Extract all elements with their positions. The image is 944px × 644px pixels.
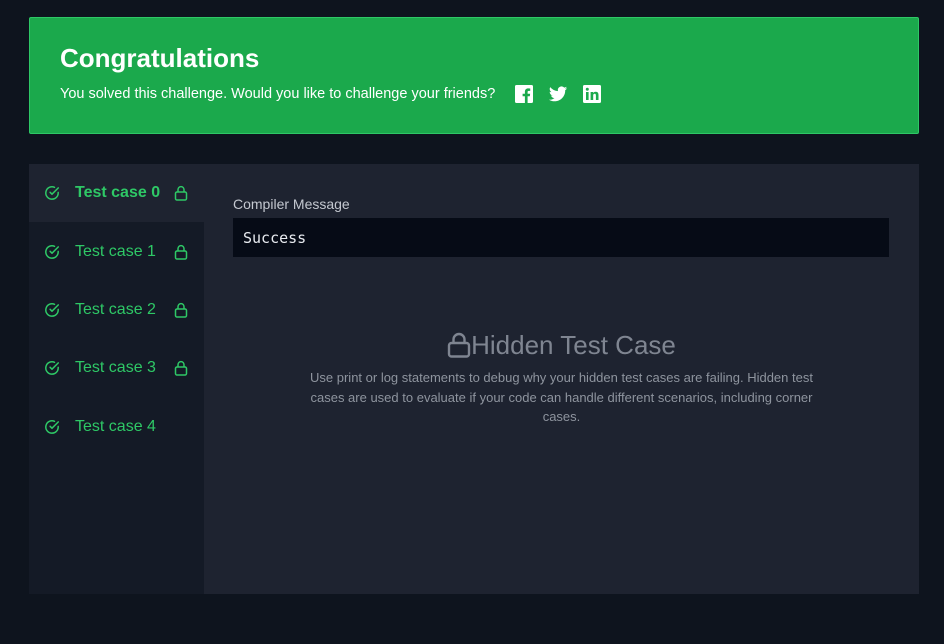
twitter-icon[interactable]: [548, 84, 568, 104]
tab-test-case-4[interactable]: Test case 4: [29, 398, 204, 456]
check-circle-icon: [45, 186, 60, 201]
banner-share-row: You solved this challenge. Would you lik…: [60, 82, 888, 106]
hidden-test-case-title: Hidden Test Case: [471, 330, 676, 360]
facebook-icon[interactable]: [514, 84, 534, 104]
tab-label: Test case 2: [75, 300, 156, 318]
tab-label: Test case 1: [75, 242, 156, 260]
success-banner: Congratulations You solved this challeng…: [29, 17, 919, 134]
linkedin-icon[interactable]: [582, 84, 602, 104]
lock-icon: [174, 244, 188, 260]
tab-label: Test case 0: [75, 184, 161, 202]
tab-label: Test case 4: [75, 417, 156, 435]
tab-test-case-0[interactable]: Test case 0: [29, 164, 204, 223]
tab-label: Test case 3: [75, 359, 156, 377]
compiler-message-label: Compiler Message: [233, 196, 350, 212]
check-circle-icon: [45, 361, 60, 376]
compiler-message-box: Success: [233, 218, 889, 257]
tab-test-case-3[interactable]: Test case 3: [29, 339, 204, 397]
tab-test-case-2[interactable]: Test case 2: [29, 281, 204, 339]
lock-icon: [447, 332, 471, 358]
check-circle-icon: [45, 419, 60, 434]
check-circle-icon: [45, 244, 60, 259]
lock-icon: [174, 186, 188, 201]
test-case-details: Compiler Message Success Hidden Test Cas…: [204, 164, 919, 594]
banner-message: You solved this challenge. Would you lik…: [60, 86, 496, 102]
tab-test-case-1[interactable]: Test case 1: [29, 222, 204, 280]
hidden-test-case-description: Use print or log statements to debug why…: [310, 370, 813, 424]
hidden-test-case-heading: Hidden Test Case: [204, 329, 919, 361]
lock-icon: [174, 302, 188, 318]
test-case-tabs: Test case 0 Test case 1 Test case 2 Test…: [29, 164, 204, 594]
check-circle-icon: [45, 303, 60, 317]
lock-icon: [174, 361, 188, 377]
compiler-message-text: Success: [243, 228, 307, 247]
banner-title: Congratulations: [60, 43, 260, 73]
test-results-panel: Test case 0 Test case 1 Test case 2 Test…: [29, 164, 919, 594]
